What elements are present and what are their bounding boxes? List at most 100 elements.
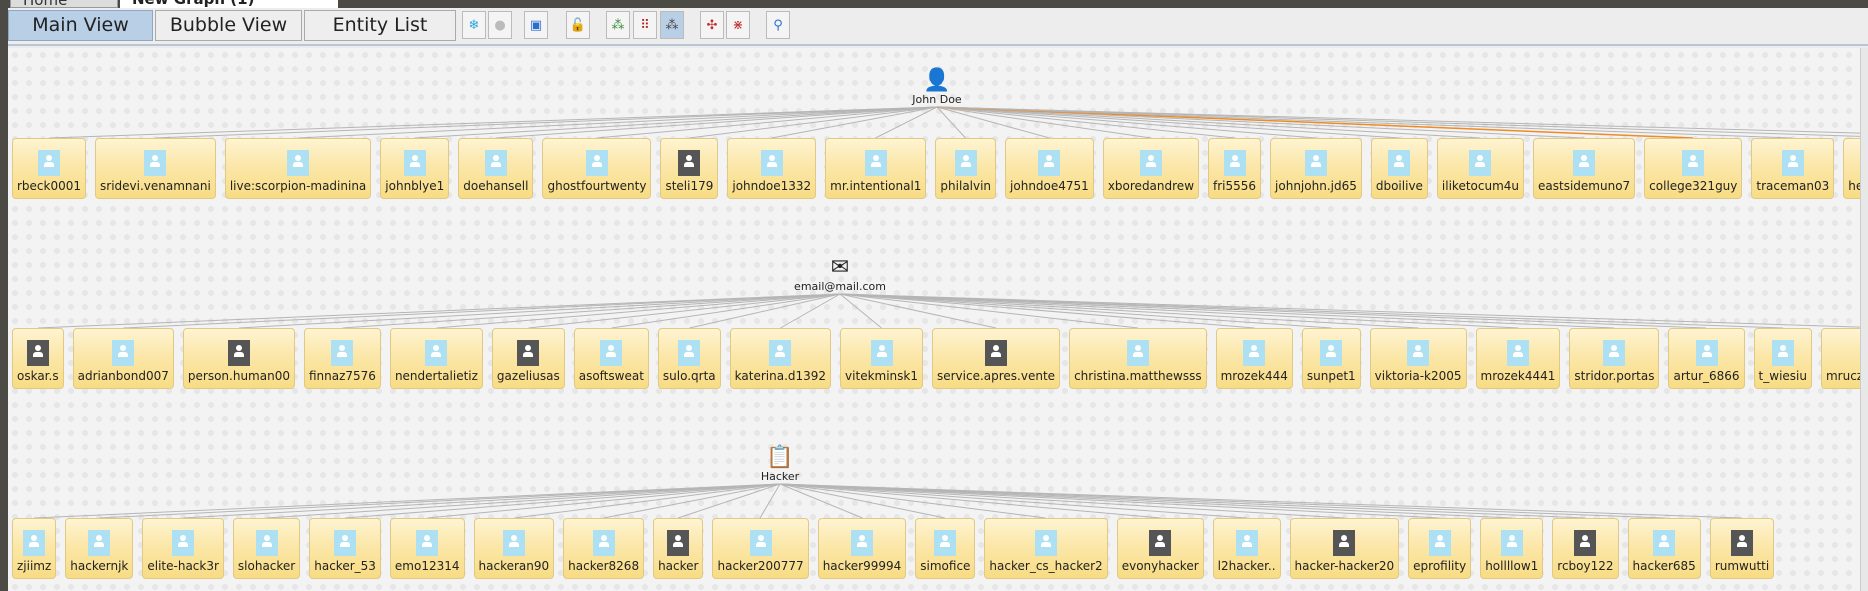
- entity-node[interactable]: rbeck0001: [12, 138, 87, 199]
- entity-node[interactable]: vitekminsk1: [840, 328, 923, 389]
- entity-label: philalvin: [940, 179, 992, 193]
- layout-organic-icon[interactable]: ✣: [700, 11, 724, 39]
- entity-node[interactable]: mrozek444: [1215, 328, 1293, 389]
- entity-node[interactable]: emo12314: [389, 518, 465, 579]
- entity-label: hacker200777: [717, 559, 804, 573]
- entity-node[interactable]: elite-hack3r: [142, 518, 224, 579]
- entity-node[interactable]: l2hacker..: [1212, 518, 1281, 579]
- entity-node[interactable]: eprofility: [1408, 518, 1472, 579]
- entity-node[interactable]: hackeran90: [473, 518, 555, 579]
- entity-node[interactable]: service.apres.vente: [931, 328, 1061, 389]
- graph-canvas[interactable]: 👤 John Doe rbeck0001 sridevi.venamnani live:…: [8, 48, 1860, 591]
- entity-node[interactable]: johndoe1332: [727, 138, 817, 199]
- entity-label: katerina.d1392: [734, 369, 827, 383]
- entity-node[interactable]: rumwutti: [1709, 518, 1775, 579]
- entity-label: slohacker: [237, 559, 296, 573]
- entity-node[interactable]: hacker_53: [309, 518, 381, 579]
- entity-node[interactable]: asoftsweat: [573, 328, 649, 389]
- entity-node[interactable]: doehansell: [458, 138, 534, 199]
- tab-main-view[interactable]: Main View: [8, 10, 153, 41]
- entity-node[interactable]: hacker200777: [712, 518, 809, 579]
- entity-node[interactable]: hacker: [653, 518, 704, 579]
- entity-node[interactable]: college321guy: [1644, 138, 1743, 199]
- entity-node[interactable]: artur_6866: [1668, 328, 1745, 389]
- layout-block-icon[interactable]: ⠿: [633, 11, 657, 39]
- entity-node[interactable]: hacker99994: [817, 518, 907, 579]
- edge: [495, 106, 938, 139]
- entity-node[interactable]: hacker685: [1627, 518, 1701, 579]
- computer-icon[interactable]: ▣: [524, 11, 548, 39]
- entity-node[interactable]: live:scorpion-madinina: [224, 138, 372, 199]
- entity-node[interactable]: katerina.d1392: [729, 328, 832, 389]
- entity-label: hacker_cs_hacker2: [989, 559, 1103, 573]
- entity-node[interactable]: xboredandrew: [1102, 138, 1200, 199]
- entity-node[interactable]: mrucz3kasassin111: [1820, 328, 1860, 389]
- tab-home[interactable]: Home: [10, 0, 118, 8]
- entity-node[interactable]: nendertalietiz: [389, 328, 483, 389]
- default-avatar-icon: [1243, 340, 1266, 366]
- default-avatar-icon: [1781, 150, 1804, 176]
- entity-node[interactable]: t_wiesiu: [1753, 328, 1812, 389]
- vertical-scrollbar[interactable]: [1860, 48, 1868, 591]
- default-avatar-icon: [502, 530, 525, 556]
- entity-node[interactable]: viktoria-k2005: [1369, 328, 1467, 389]
- layout-hierarchy-icon[interactable]: ⁂: [606, 11, 630, 39]
- layout-interactive-icon[interactable]: ⚲: [766, 11, 790, 39]
- entity-node[interactable]: mr.intentional1: [825, 138, 927, 199]
- entity-node[interactable]: fri5556: [1208, 138, 1262, 199]
- entity-node[interactable]: hacker_cs_hacker2: [984, 518, 1108, 579]
- tab-new-graph[interactable]: New Graph (1): [120, 0, 338, 8]
- entity-node[interactable]: henrycastelinmolony: [1843, 138, 1860, 199]
- freeze-icon[interactable]: ❄: [462, 11, 486, 39]
- default-avatar-icon: [1603, 340, 1626, 366]
- entity-node[interactable]: johndoe4751: [1005, 138, 1094, 199]
- entity-label: hacker-hacker20: [1294, 559, 1395, 573]
- entity-node[interactable]: steli179: [660, 138, 719, 199]
- entity-label: fri5556: [1213, 179, 1257, 193]
- entity-node[interactable]: sridevi.venamnani: [95, 138, 216, 199]
- hub-node[interactable]: 👤 John Doe: [912, 69, 961, 107]
- tab-bubble-view[interactable]: Bubble View: [155, 10, 302, 41]
- entity-node[interactable]: traceman03: [1751, 138, 1835, 199]
- entity-node[interactable]: adrianbond007: [72, 328, 174, 389]
- entity-node[interactable]: gazeliusas: [491, 328, 565, 389]
- hub-node[interactable]: ✉ email@mail.com: [794, 256, 886, 294]
- layout-circular-icon[interactable]: ⋇: [726, 11, 750, 39]
- entity-node[interactable]: stridor.portas: [1569, 328, 1660, 389]
- default-avatar-icon: [403, 150, 426, 176]
- entity-node[interactable]: christina.matthewsss: [1069, 328, 1207, 389]
- entity-node[interactable]: philalvin: [935, 138, 997, 199]
- default-avatar-icon: [88, 530, 111, 556]
- entity-node[interactable]: simofice: [915, 518, 976, 579]
- entity-label: gazeliusas: [496, 369, 560, 383]
- entity-node[interactable]: evonyhacker: [1116, 518, 1204, 579]
- node-row: zjiimz hackernjk elite-hack3r slohacker hack…: [12, 518, 1775, 579]
- entity-node[interactable]: johnblye1: [380, 138, 450, 199]
- stop-icon[interactable]: ●: [488, 11, 512, 39]
- layout-tree-icon[interactable]: ⁂: [660, 11, 684, 39]
- entity-node[interactable]: sunpet1: [1301, 328, 1361, 389]
- entity-node[interactable]: hollllow1: [1480, 518, 1544, 579]
- entity-node[interactable]: finnaz7576: [303, 328, 381, 389]
- entity-node[interactable]: mrozek4441: [1475, 328, 1561, 389]
- entity-node[interactable]: oskar.s: [12, 328, 64, 389]
- entity-node[interactable]: iliketocum4u: [1436, 138, 1525, 199]
- entity-node[interactable]: hacker-hacker20: [1289, 518, 1400, 579]
- entity-label: iliketocum4u: [1441, 179, 1520, 193]
- entity-node[interactable]: johnjohn.jd65: [1270, 138, 1362, 199]
- entity-node[interactable]: person.human00: [182, 328, 295, 389]
- entity-label: hackeran90: [478, 559, 550, 573]
- entity-node[interactable]: sulo.qrta: [657, 328, 721, 389]
- entity-node[interactable]: dboilive: [1370, 138, 1428, 199]
- entity-node[interactable]: slohacker: [232, 518, 301, 579]
- hub-node[interactable]: 📋 Hacker: [761, 446, 799, 484]
- default-avatar-icon: [1428, 530, 1451, 556]
- entity-node[interactable]: zjiimz: [12, 518, 57, 579]
- tab-entity-list[interactable]: Entity List: [304, 10, 456, 41]
- entity-node[interactable]: eastsidemuno7: [1533, 138, 1636, 199]
- entity-node[interactable]: hackernjk: [65, 518, 134, 579]
- entity-node[interactable]: rcboy122: [1552, 518, 1619, 579]
- entity-node[interactable]: ghostfourtwenty: [542, 138, 652, 199]
- lock-icon[interactable]: 🔓: [566, 11, 590, 39]
- entity-node[interactable]: hacker8268: [563, 518, 645, 579]
